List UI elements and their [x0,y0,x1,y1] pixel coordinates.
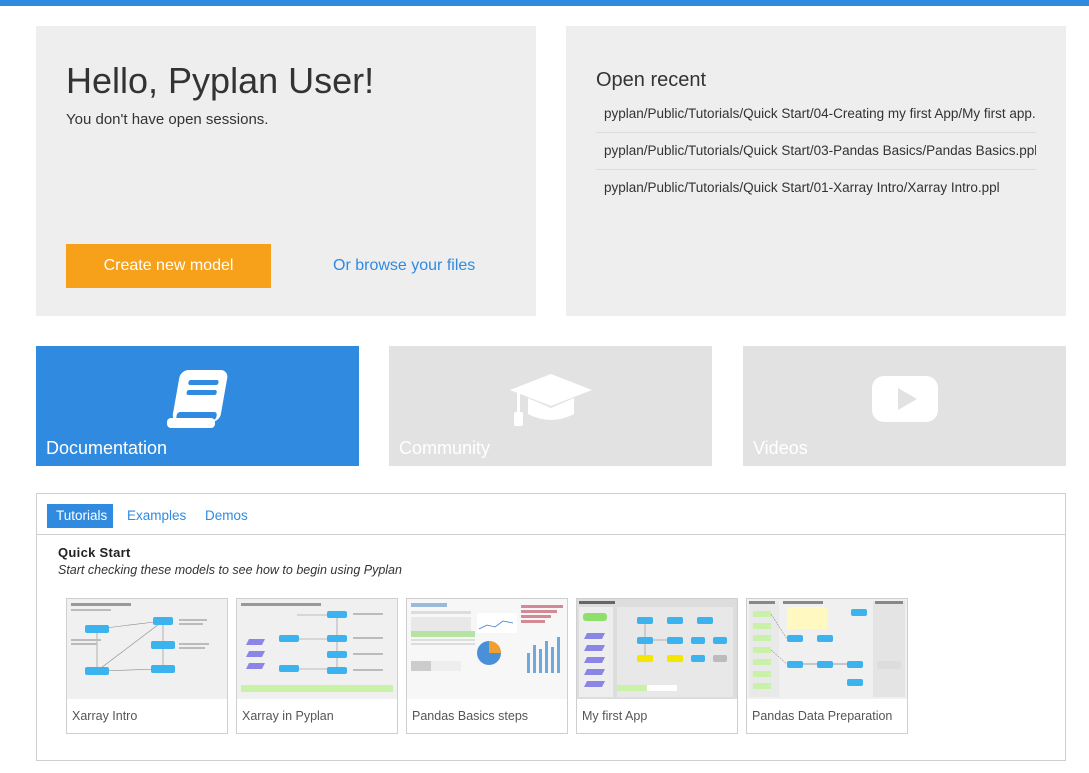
play-icon [870,368,940,435]
book-icon [165,368,231,435]
community-tile[interactable]: Community [389,346,712,466]
sessions-text: You don't have open sessions. [66,111,269,128]
tile-label: Documentation [46,438,168,458]
tab-examples[interactable]: Examples [118,504,195,528]
open-recent-title: Open recent [596,69,707,91]
card-label: Pandas Data Preparation [752,709,893,723]
recent-item[interactable]: pyplan/Public/Tutorials/Quick Start/04-C… [596,96,1036,133]
tab-tutorials[interactable]: Tutorials [47,504,113,528]
browse-files-link[interactable]: Or browse your files [333,257,475,275]
tile-label: Community [399,438,491,458]
card-label: My first App [582,709,648,723]
card-label: Xarray in Pyplan [242,709,334,723]
graduation-cap-icon [508,368,594,435]
welcome-panel: Hello, Pyplan User! You don't have open … [36,26,536,316]
tab-demos[interactable]: Demos [196,504,257,528]
tile-label: Videos [753,438,808,458]
model-card-xarray-in-pyplan[interactable]: Xarray in Pyplan [236,598,398,734]
card-label: Xarray Intro [72,709,138,723]
videos-tile[interactable]: Videos [743,346,1066,466]
model-thumbnail [407,599,567,699]
recent-list: pyplan/Public/Tutorials/Quick Start/04-C… [596,96,1036,207]
model-card-my-first-app[interactable]: My first App [576,598,738,734]
models-tabs-panel: Tutorials Examples Demos Quick Start Sta… [36,493,1066,761]
model-thumbnail [237,599,397,699]
tab-bar: Tutorials Examples Demos [37,494,1065,535]
section-title: Quick Start [58,545,131,560]
create-new-model-button[interactable]: Create new model [66,244,271,288]
model-card-pandas-basics-steps[interactable]: Pandas Basics steps [406,598,568,734]
model-thumbnail [67,599,227,699]
open-recent-panel: Open recent pyplan/Public/Tutorials/Quic… [566,26,1066,316]
recent-item[interactable]: pyplan/Public/Tutorials/Quick Start/03-P… [596,133,1036,170]
model-thumbnail [747,599,907,699]
section-subtitle: Start checking these models to see how t… [58,563,402,577]
top-accent-bar [0,0,1089,6]
greeting-title: Hello, Pyplan User! [66,60,375,101]
model-card-pandas-data-preparation[interactable]: Pandas Data Preparation [746,598,908,734]
card-label: Pandas Basics steps [412,709,529,723]
model-card-xarray-intro[interactable]: Xarray Intro [66,598,228,734]
model-thumbnail [577,599,737,699]
recent-item[interactable]: pyplan/Public/Tutorials/Quick Start/01-X… [596,170,1036,207]
documentation-tile[interactable]: Documentation [36,346,359,466]
